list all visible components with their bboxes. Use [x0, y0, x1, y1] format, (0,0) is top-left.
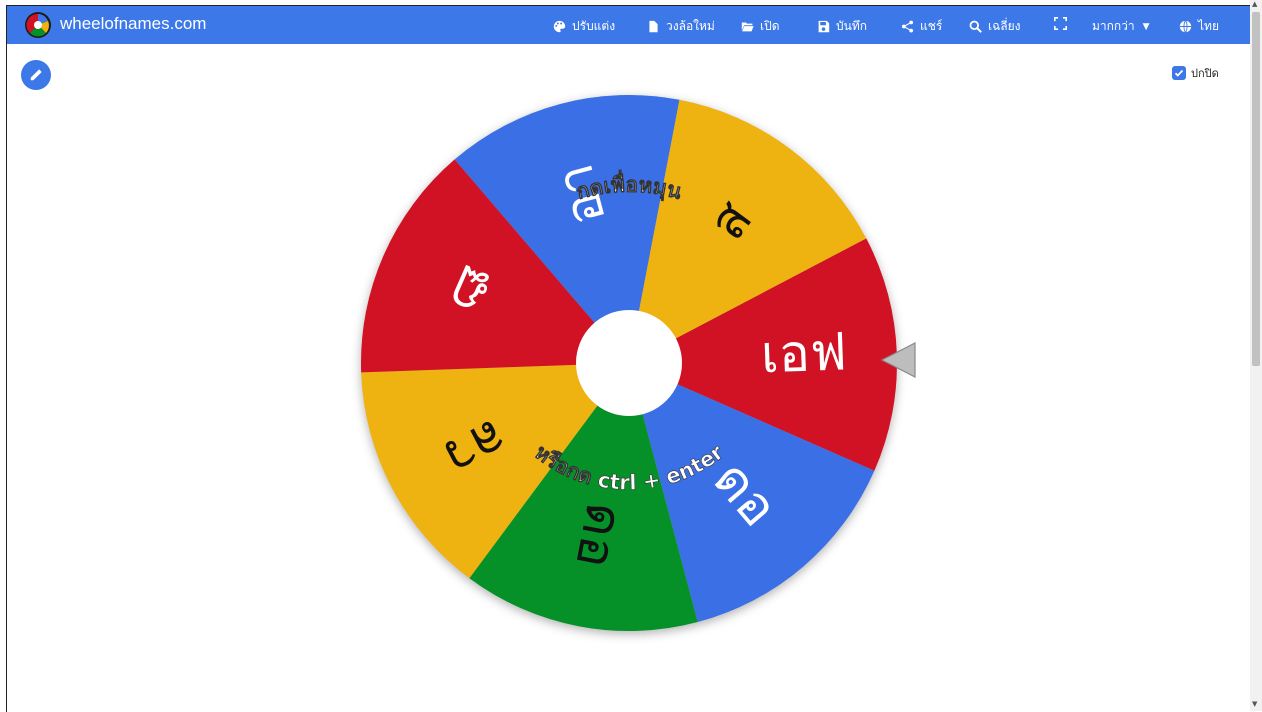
wheel-graphic[interactable]: เอฟดอดอลวฏอาส กดเพื่อหมุน หรือกด ctrl + …	[357, 91, 901, 635]
wheel-logo-icon[interactable]	[24, 11, 52, 39]
fullscreen-button[interactable]	[1054, 17, 1067, 30]
mute-checkbox[interactable]	[1172, 66, 1186, 80]
spin-wheel[interactable]: เอฟ ดอ ดอ ลวฏอาส กดเพื่อหมุน หรือกด ctrl + …	[357, 91, 901, 635]
wheel-pointer	[880, 342, 916, 378]
globe-icon	[1179, 20, 1192, 33]
search-button[interactable]: เฉลี่ยง	[969, 17, 1021, 36]
wheel-segment-label: ดอ	[563, 498, 634, 573]
wheel-segment-label: เอฟ	[760, 322, 848, 385]
checkmark-icon	[1174, 69, 1184, 77]
site-name[interactable]: wheelofnames.com	[60, 14, 206, 34]
edit-entries-button[interactable]	[21, 60, 51, 90]
open-button[interactable]: เปิด	[741, 17, 780, 36]
save-icon	[818, 20, 830, 33]
search-icon	[969, 20, 982, 33]
top-navbar: wheelofnames.com ปรับแต่ง วงล้อใหม่ เปิด…	[7, 6, 1250, 44]
save-button[interactable]: บันทึก	[817, 17, 867, 36]
share-label: แชร์	[920, 19, 943, 33]
new-wheel-label: วงล้อใหม่	[666, 19, 715, 33]
open-label: เปิด	[760, 19, 780, 33]
new-file-icon	[649, 20, 658, 33]
language-label: ไทย	[1198, 19, 1219, 33]
new-wheel-button[interactable]: วงล้อใหม่	[647, 17, 715, 36]
customize-button[interactable]: ปรับแต่ง	[553, 17, 615, 36]
more-label: มากกว่า	[1092, 19, 1135, 33]
mute-toggle[interactable]: ปกปิด	[1172, 64, 1219, 82]
scroll-down-icon[interactable]: ▼	[1252, 700, 1257, 708]
folder-open-icon	[741, 22, 754, 32]
share-icon	[901, 20, 914, 33]
palette-icon	[553, 20, 566, 33]
scroll-up-icon[interactable]: ▲	[1252, 0, 1257, 8]
save-label: บันทึก	[836, 19, 867, 33]
fullscreen-icon	[1054, 17, 1067, 30]
mute-label: ปกปิด	[1191, 67, 1219, 80]
chevron-down-icon: ▼	[1142, 21, 1150, 32]
language-button[interactable]: ไทย	[1179, 17, 1219, 36]
wheel-center	[576, 310, 682, 416]
customize-label: ปรับแต่ง	[572, 19, 616, 33]
search-label: เฉลี่ยง	[988, 19, 1021, 33]
scrollbar-thumb[interactable]	[1252, 12, 1260, 366]
pencil-icon	[30, 69, 42, 81]
more-menu-button[interactable]: มากกว่า ▼	[1092, 17, 1150, 36]
share-button[interactable]: แชร์	[901, 17, 942, 36]
